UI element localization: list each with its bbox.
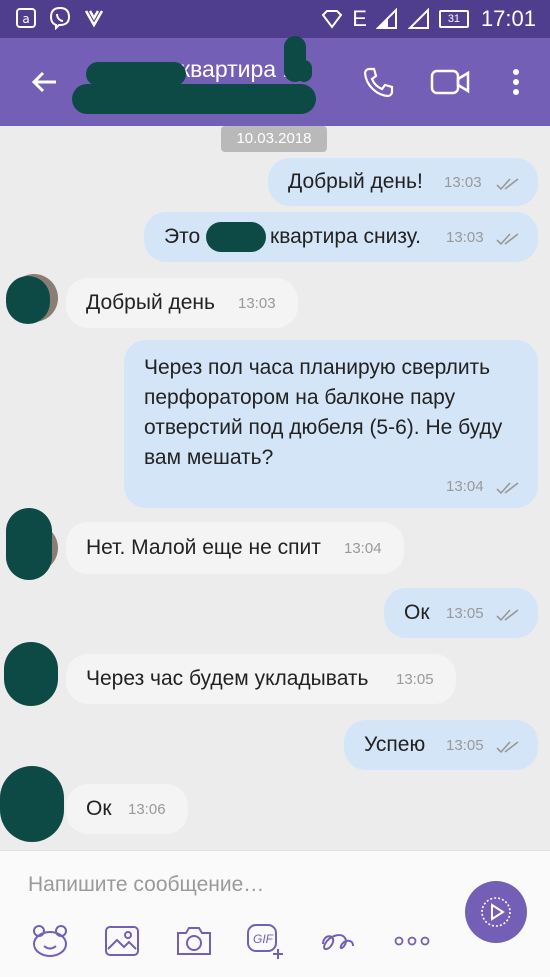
battery-icon: 31 [438,10,469,28]
more-menu-button[interactable] [496,62,536,102]
incoming-message[interactable]: Ок 13:06 [66,784,188,834]
signal-2-icon [407,7,431,31]
incoming-message[interactable]: Добрый день 13:03 [66,278,298,328]
call-button[interactable] [358,62,398,102]
gallery-icon [105,926,139,956]
doodle-icon [322,934,354,950]
message-input[interactable]: Напишите сообщение… [28,873,264,897]
message-line-2: перфоратором на балконе пару [144,386,456,409]
redaction-mark [6,276,50,324]
message-text: Ок [86,797,112,820]
message-time: 13:05 [446,737,484,754]
back-button[interactable] [22,60,66,104]
incoming-message[interactable]: Через час будем укладывать 13:05 [66,654,456,704]
outgoing-message[interactable]: Успею 13:05 [344,720,538,770]
message-time: 13:04 [446,478,484,495]
redaction-mark [206,222,266,252]
message-line-1: Через пол часа планирую сверлить [144,356,491,379]
redaction-mark [0,766,64,842]
message-time: 13:03 [238,295,276,312]
outgoing-message[interactable]: Ок 13:05 [384,588,538,638]
message-text: Через час будем укладывать [86,667,369,690]
read-ticks-icon [496,178,519,191]
back-arrow-icon [31,71,56,93]
message-time: 13:04 [344,540,382,557]
sticker-icon [33,925,67,957]
message-text: Успею [364,733,426,756]
message-composer: Напишите сообщение… GIF [0,850,550,977]
redaction-mark [72,84,316,114]
gallery-button[interactable] [102,921,142,961]
network-type: E [352,6,367,31]
gif-label: GIF [253,932,273,946]
sticker-button[interactable] [30,921,70,961]
video-icon [430,69,470,95]
app-notification-icon [82,6,106,30]
message-time: 13:05 [396,671,434,688]
message-text: Ок [404,601,430,624]
message-text: Добрый день! [288,170,423,193]
message-time: 13:03 [446,229,484,246]
message-time: 13:05 [446,605,484,622]
outgoing-message[interactable]: Это квартира снизу. 13:03 [144,212,538,262]
message-text-start: Это [164,225,201,248]
more-icon [513,69,519,95]
contact-name[interactable]: квартира 1 [180,56,295,83]
svg-text:a: a [22,12,29,26]
redaction-mark [6,508,52,580]
outgoing-message[interactable]: Через пол часа планирую сверлить перфора… [124,340,538,508]
redaction-mark [86,62,186,86]
date-separator: 10.03.2018 [221,126,327,152]
signal-icon [375,7,399,31]
send-icon [481,897,511,927]
outgoing-message[interactable]: Добрый день! 13:03 [268,158,538,206]
message-time: 13:03 [444,174,482,191]
message-line-3: отверстий под дюбеля (5-6). Не буду [144,416,503,439]
viber-app-icon [48,6,72,30]
message-line-4: вам мешать? [144,446,274,469]
message-list[interactable]: 10.03.2018 Добрый день! 13:03 Это кварти… [0,126,550,850]
gif-button[interactable]: GIF [246,921,286,961]
more-options-icon [394,936,430,946]
video-call-button[interactable] [430,62,470,102]
wifi-icon [320,7,344,31]
clock: 17:01 [480,6,536,31]
doodle-button[interactable] [318,921,358,961]
message-time: 13:06 [128,801,166,818]
read-ticks-icon [496,482,519,495]
redaction-mark [4,642,58,706]
send-button[interactable] [465,881,527,943]
redaction-mark [296,60,312,82]
camera-icon [177,927,211,955]
message-text: Добрый день [86,291,215,314]
message-text-end: квартира снизу. [270,225,421,248]
notification-icon: a [14,6,38,30]
read-ticks-icon [496,233,519,246]
message-text: Нет. Малой еще не спит [86,536,321,559]
status-bar: a E 31 17:01 [0,0,550,38]
incoming-message[interactable]: Нет. Малой еще не спит 13:04 [66,522,404,574]
read-ticks-icon [496,609,519,622]
read-ticks-icon [496,741,519,754]
phone-icon [363,67,394,98]
more-options-button[interactable] [392,921,432,961]
camera-button[interactable] [174,921,214,961]
